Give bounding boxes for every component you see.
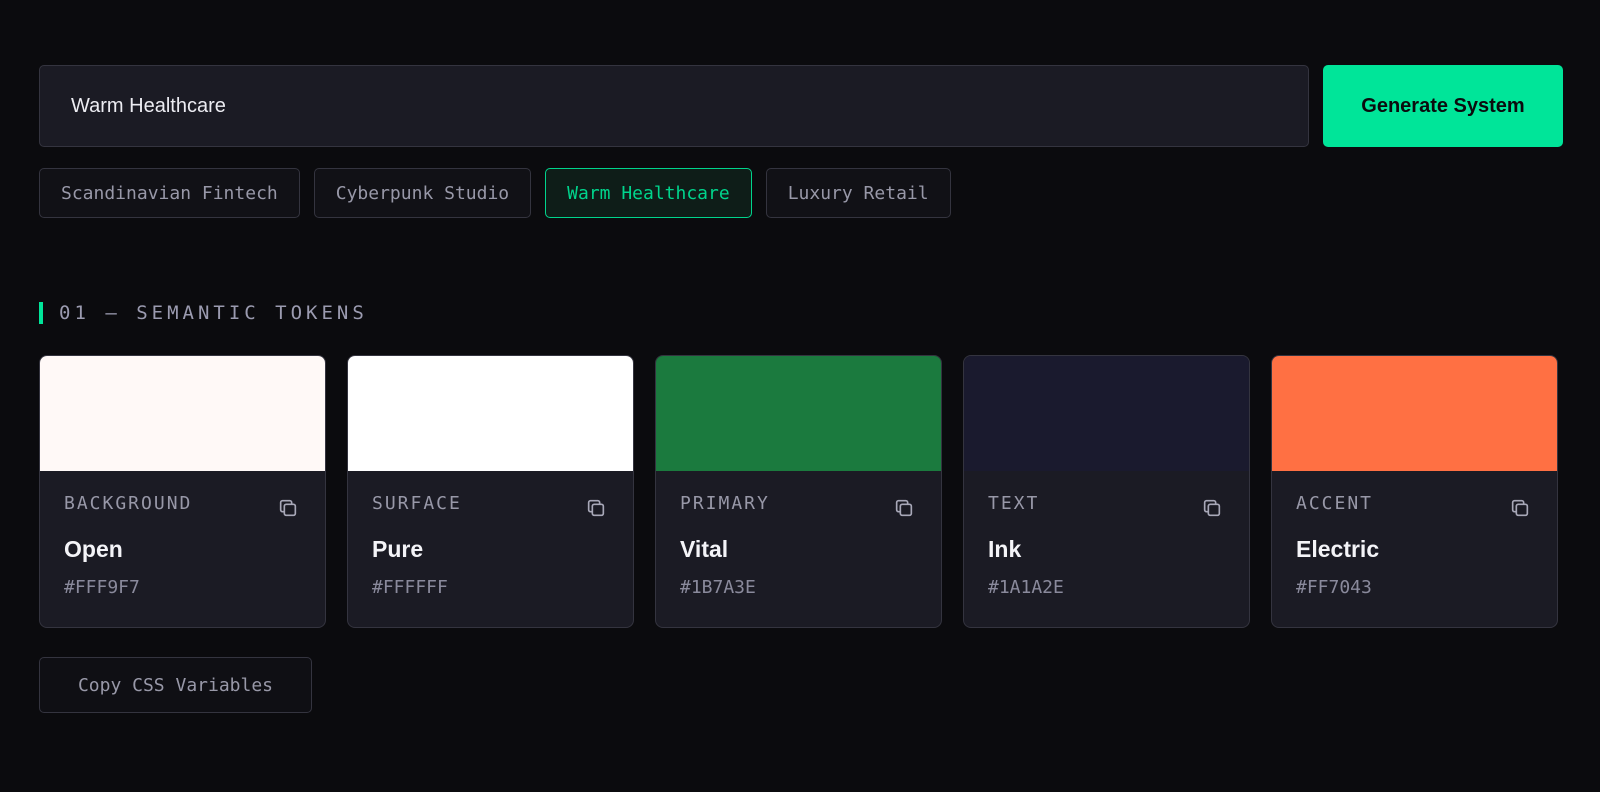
preset-chip[interactable]: Scandinavian Fintech [39,168,300,218]
token-role: PRIMARY [680,493,770,514]
preset-chip[interactable]: Luxury Retail [765,168,951,218]
token-hex: #FFF9F7 [64,577,140,598]
color-swatch [656,356,941,471]
token-card-list: BACKGROUND Open #FFF9F7 SURFACE Pure #FF… [39,355,1558,628]
copy-icon[interactable] [277,497,299,519]
token-name: Open [64,536,123,562]
token-hex: #FF7043 [1296,577,1372,598]
section-accent-bar [39,302,43,324]
token-card: ACCENT Electric #FF7043 [1271,355,1558,628]
color-swatch [348,356,633,471]
copy-icon[interactable] [1201,497,1223,519]
token-role: ACCENT [1296,493,1374,514]
color-swatch [40,356,325,471]
search-input[interactable] [39,65,1309,147]
copy-icon[interactable] [893,497,915,519]
preset-chip[interactable]: Warm Healthcare [545,168,752,218]
section-header: 01 — SEMANTIC TOKENS [39,302,368,324]
generate-system-button[interactable]: Generate System [1323,65,1563,147]
token-role: TEXT [988,493,1040,514]
token-card: BACKGROUND Open #FFF9F7 [39,355,326,628]
search-row: Generate System [39,65,1563,147]
color-swatch [1272,356,1557,471]
token-name: Pure [372,536,424,562]
copy-css-variables-button[interactable]: Copy CSS Variables [39,657,312,713]
token-hex: #FFFFFF [372,577,448,598]
token-name: Ink [988,536,1022,562]
token-hex: #1A1A2E [988,577,1064,598]
preset-chip[interactable]: Cyberpunk Studio [313,168,532,218]
color-swatch [964,356,1249,471]
copy-icon[interactable] [1509,497,1531,519]
token-card: SURFACE Pure #FFFFFF [347,355,634,628]
preset-list: Scandinavian Fintech Cyberpunk Studio Wa… [39,168,951,218]
token-name: Electric [1296,536,1380,562]
token-name: Vital [680,536,729,562]
token-card: PRIMARY Vital #1B7A3E [655,355,942,628]
section-title: 01 — SEMANTIC TOKENS [59,302,368,324]
copy-icon[interactable] [585,497,607,519]
token-card: TEXT Ink #1A1A2E [963,355,1250,628]
token-hex: #1B7A3E [680,577,756,598]
token-role: SURFACE [372,493,462,514]
token-role: BACKGROUND [64,493,193,514]
